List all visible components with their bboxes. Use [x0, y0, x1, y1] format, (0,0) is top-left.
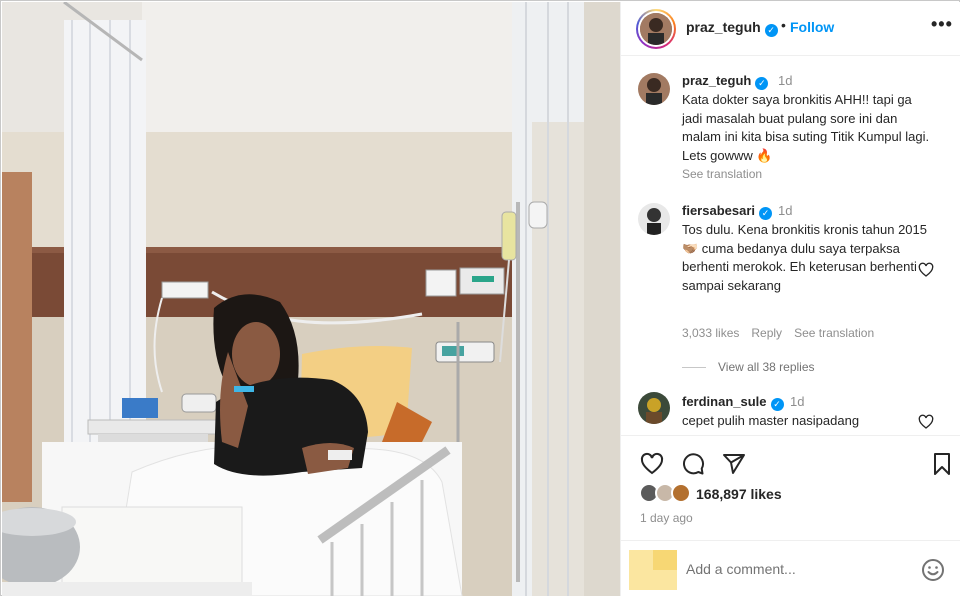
comment-avatar-image [638, 392, 670, 424]
comment-avatar[interactable] [638, 392, 670, 424]
more-options-icon[interactable]: ••• [931, 14, 953, 35]
comment-avatar-image [638, 203, 670, 235]
instagram-post-window: praz_teguh ✓ • Follow ••• praz_teguh ✓ 1d … [0, 0, 960, 596]
caption-username[interactable]: praz_teguh ✓ [682, 73, 769, 90]
comment-avatar[interactable] [638, 203, 670, 235]
caption-avatar[interactable] [638, 73, 670, 105]
heart-icon[interactable] [640, 452, 664, 476]
comment-text: cepet pulih master nasipadang [682, 413, 860, 428]
verified-badge-icon: ✓ [759, 207, 772, 220]
comments-list[interactable]: praz_teguh ✓ 1d Kata dokter saya bronkiti… [621, 57, 960, 435]
hospital-bed-photo [2, 2, 620, 596]
caption-see-translation[interactable]: See translation [682, 167, 762, 181]
bookmark-icon[interactable] [930, 452, 954, 476]
comment-username-text[interactable]: ferdinan_sule [682, 394, 767, 409]
post-author-name[interactable]: praz_teguh [686, 19, 761, 35]
post-photo[interactable] [2, 2, 620, 596]
story-ring-avatar[interactable] [636, 9, 676, 49]
sticker-placeholder-part [653, 550, 677, 570]
sticker-placeholder [629, 550, 677, 590]
comment-reply-button[interactable]: Reply [751, 326, 782, 340]
comment-like-heart-icon[interactable] [918, 414, 934, 430]
comment-like-heart-icon[interactable] [918, 262, 934, 278]
avatar-image [640, 13, 672, 45]
share-icon[interactable] [722, 452, 746, 476]
post-author-username[interactable]: praz_teguh ✓ [686, 19, 778, 37]
comment-username[interactable]: ferdinan_sule ✓ [682, 394, 784, 411]
comment-see-translation[interactable]: See translation [794, 326, 874, 340]
likes-count[interactable]: 168,897 likes [696, 486, 782, 502]
caption-avatar-image [638, 73, 670, 105]
comment-username-text[interactable]: fiersabesari [682, 203, 755, 218]
post-side-panel: praz_teguh ✓ • Follow ••• praz_teguh ✓ 1d … [620, 2, 960, 596]
comment-username[interactable]: fiersabesari ✓ [682, 203, 772, 220]
comment-text: Tos dulu. Kena bronkitis kronis tahun 20… [682, 222, 927, 293]
post-header: praz_teguh ✓ • Follow ••• [621, 2, 960, 56]
comment-likes-count[interactable]: 3,033 likes [682, 326, 739, 340]
add-comment-bar: Add a comment... [621, 540, 960, 596]
caption-username-text[interactable]: praz_teguh [682, 73, 751, 88]
post-time-ago[interactable]: 1 day ago [640, 511, 693, 525]
add-comment-input[interactable]: Add a comment... [686, 561, 796, 577]
post-actions-bar: 168,897 likes 1 day ago [621, 435, 960, 535]
verified-badge-icon: ✓ [764, 24, 778, 37]
view-replies-label[interactable]: View all 38 replies [718, 360, 815, 374]
separator-dot: • [781, 17, 786, 33]
likers-avatars[interactable] [639, 483, 699, 505]
verified-badge-icon: ✓ [755, 77, 769, 90]
comment-icon[interactable] [681, 452, 705, 476]
verified-badge-icon: ✓ [770, 398, 784, 411]
follow-button[interactable]: Follow [790, 19, 834, 35]
comment-time[interactable]: 1d [790, 394, 804, 409]
avatar [640, 13, 672, 45]
comment-meta: 3,033 likes Reply See translation [682, 326, 886, 340]
emoji-icon[interactable] [921, 558, 945, 582]
liker-avatar [671, 483, 691, 503]
view-replies-button[interactable]: View all 38 replies [682, 360, 815, 374]
caption-time[interactable]: 1d [778, 73, 792, 88]
comment-time[interactable]: 1d [778, 203, 792, 218]
caption-text: Kata dokter saya bronkitis AHH!! tapi ga… [682, 92, 930, 163]
replies-divider [682, 367, 706, 369]
